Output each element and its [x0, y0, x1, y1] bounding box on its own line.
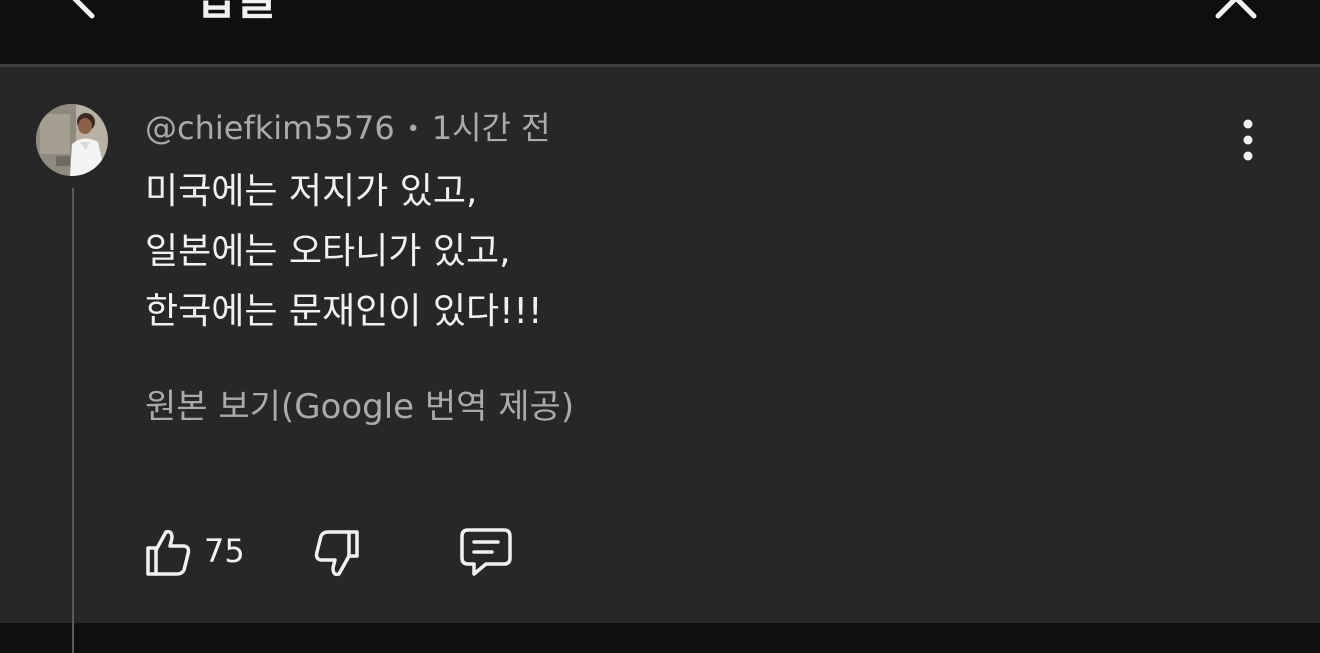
thumb-up-icon [146, 529, 191, 576]
more-options-button[interactable] [1228, 118, 1268, 162]
author-handle[interactable]: @chiefkim5576 [145, 109, 395, 147]
comment-meta: @chiefkim5576 • 1시간 전 [145, 108, 551, 150]
bottom-strip [0, 623, 1320, 653]
thread-line [72, 188, 74, 653]
top-bar: 답글 [0, 0, 1320, 64]
like-button[interactable] [142, 526, 194, 578]
comment-line-2: 일본에는 오타니가 있고, [145, 231, 511, 272]
close-button[interactable] [1210, 0, 1262, 24]
close-icon [1215, 0, 1257, 19]
comment-panel [0, 67, 1320, 623]
reply-comment-icon [460, 528, 512, 576]
avatar[interactable] [36, 104, 108, 176]
chevron-left-icon [72, 0, 95, 19]
more-vert-icon [1243, 119, 1253, 161]
comment-text: 미국에는 저지가 있고, 일본에는 오타니가 있고, 한국에는 문재인이 있다!… [145, 162, 1185, 342]
view-original-link[interactable]: 원본 보기(Google 번역 제공) [145, 385, 574, 429]
like-count: 75 [204, 532, 245, 570]
comment-time: 1시간 전 [431, 109, 551, 147]
comment-line-3: 한국에는 문재인이 있다!!! [145, 291, 543, 332]
dislike-button[interactable] [311, 528, 363, 580]
comment-line-1: 미국에는 저지가 있고, [145, 171, 478, 212]
meta-separator: • [406, 117, 420, 142]
back-button[interactable] [58, 0, 110, 22]
page-title: 답글 [196, 0, 277, 22]
reply-button[interactable] [458, 526, 514, 578]
thumb-down-icon [314, 530, 359, 577]
